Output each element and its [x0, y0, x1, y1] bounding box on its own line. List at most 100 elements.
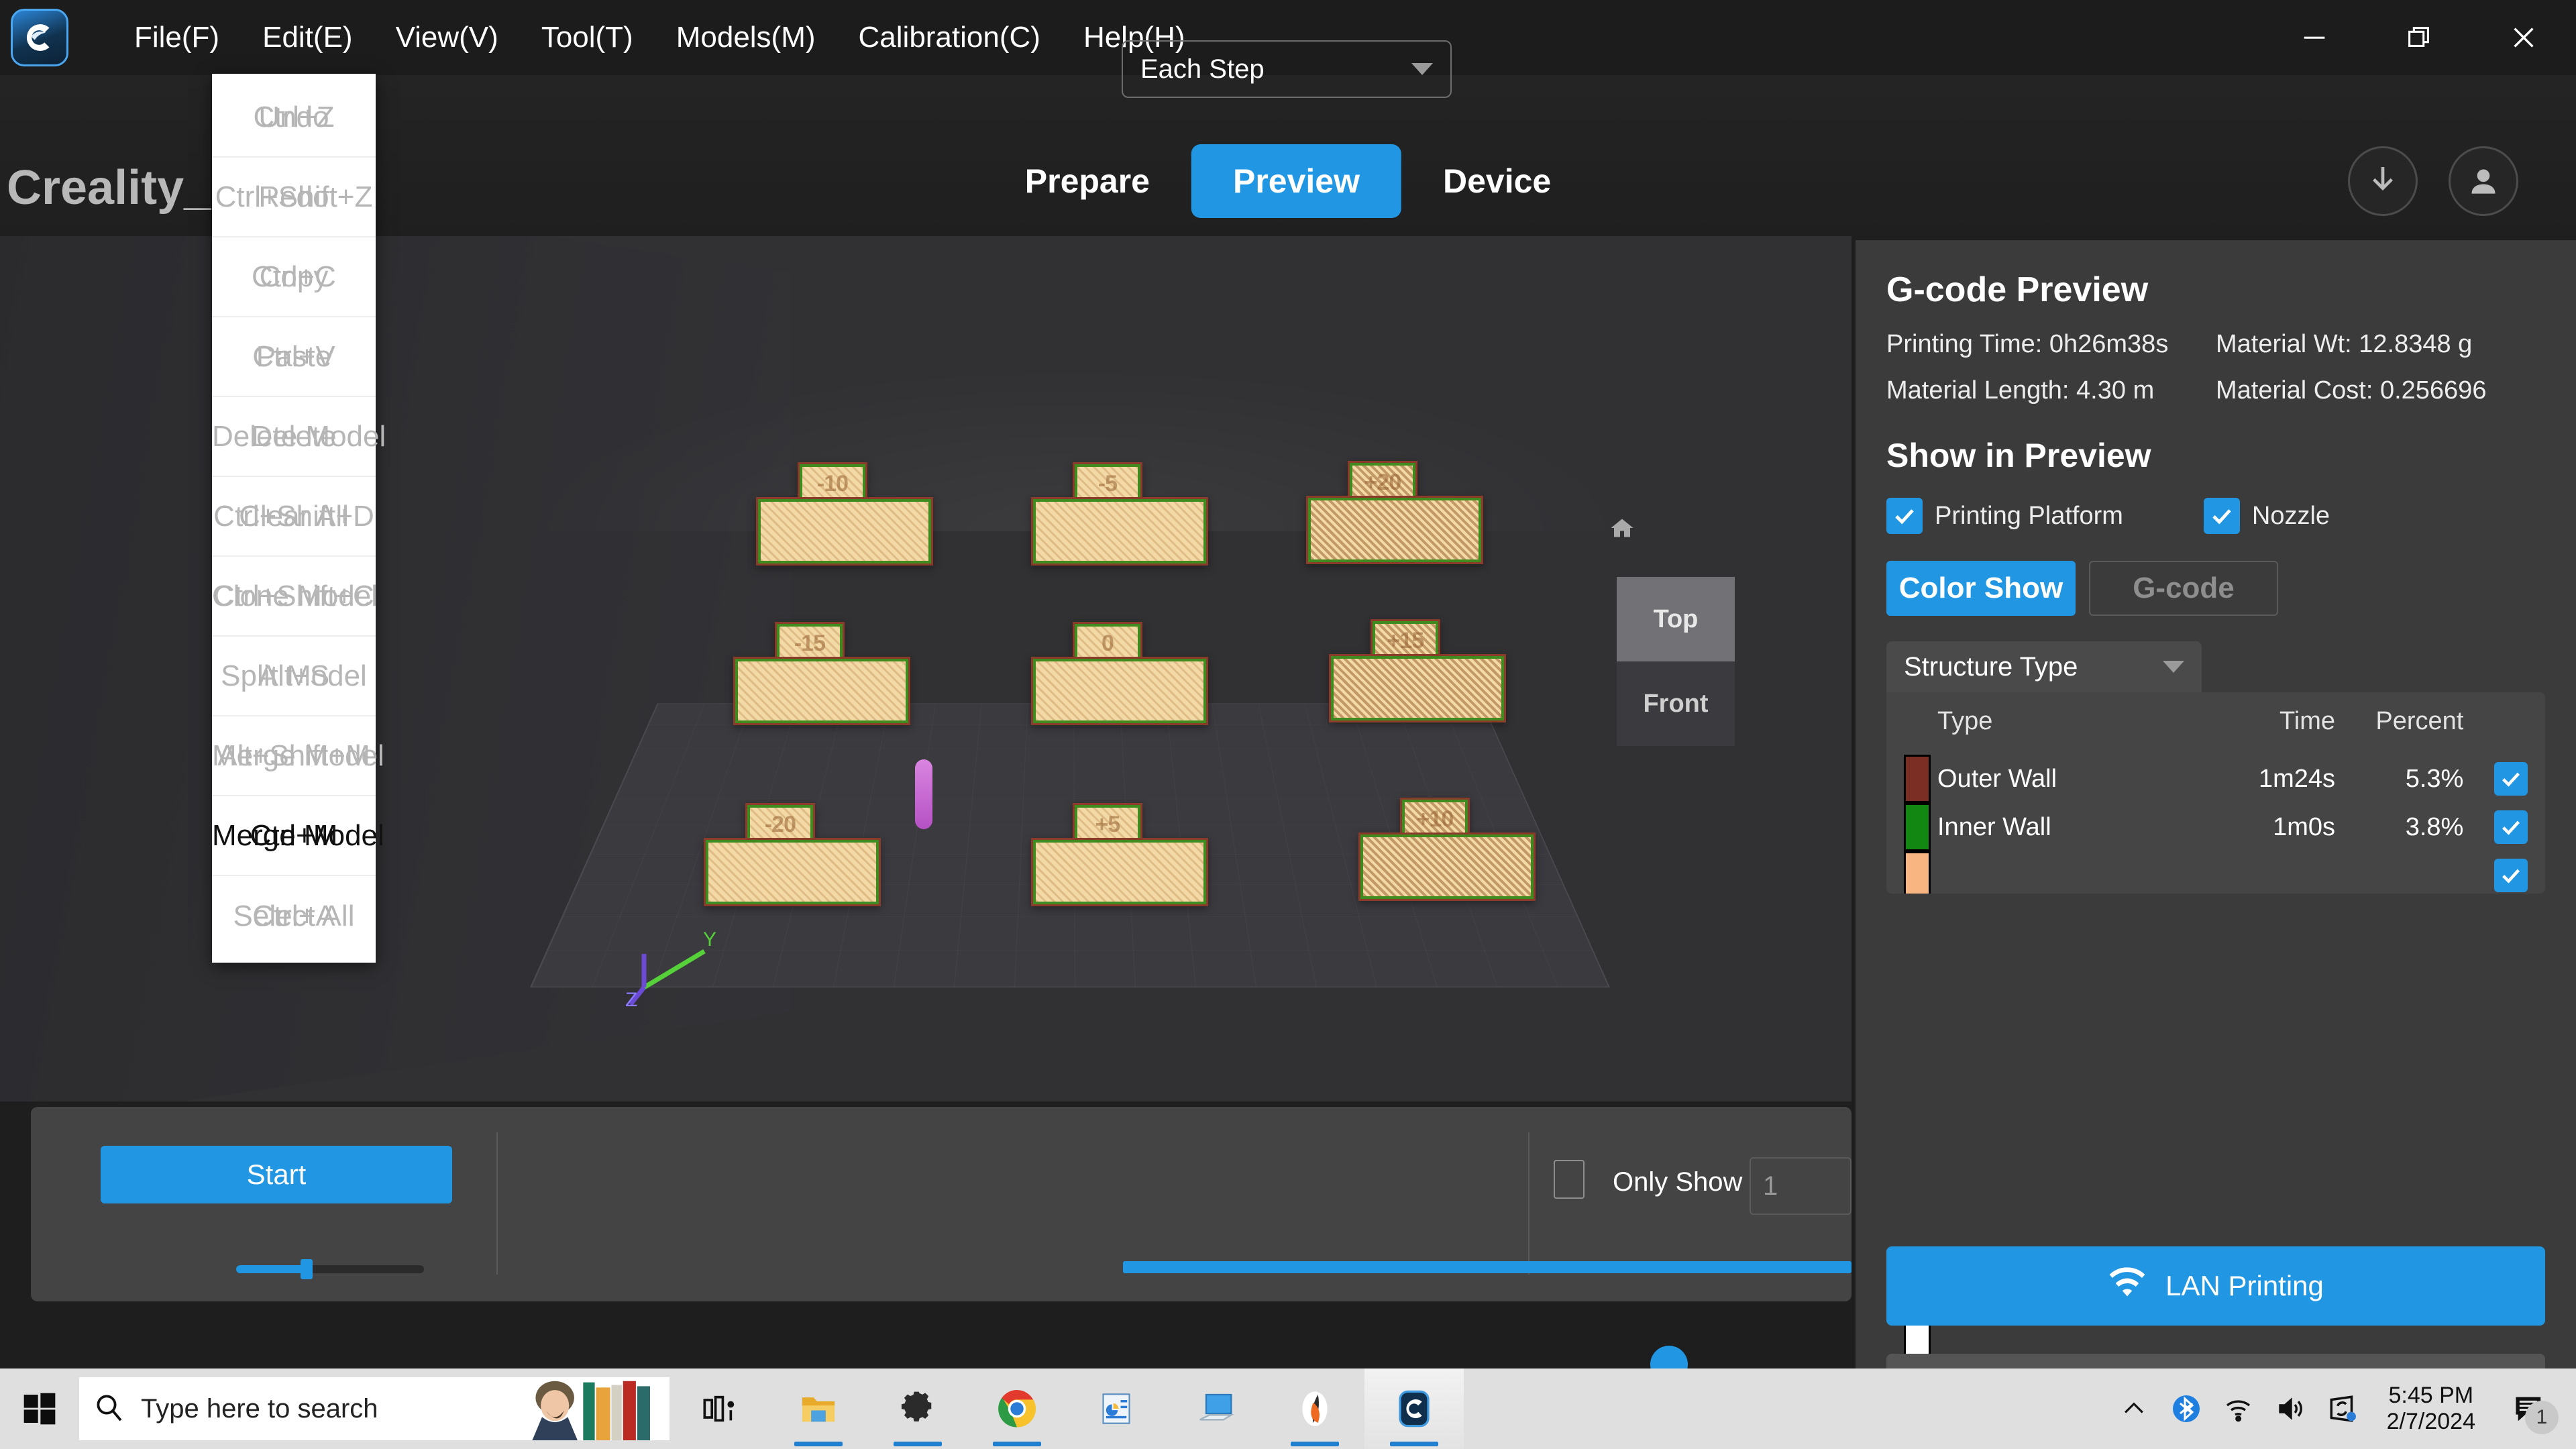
- menu-item-clear-all[interactable]: Clear All Ctrl+Shift+D: [212, 477, 376, 557]
- menu-item-copy[interactable]: Copy Ctrl+C: [212, 237, 376, 317]
- maximize-icon[interactable]: [2367, 0, 2471, 75]
- menu-file[interactable]: File(F): [113, 0, 241, 75]
- checkbox-nozzle[interactable]: [2203, 498, 2240, 534]
- checkbox-printing-platform[interactable]: [1886, 498, 1923, 534]
- home-icon[interactable]: [1610, 517, 1634, 543]
- menu-item-shortcut: Ctrl+Z: [253, 100, 335, 133]
- menu-calibration-label: Calibration(C): [858, 21, 1040, 54]
- print-speed-slider[interactable]: [236, 1259, 424, 1279]
- table-row[interactable]: Inner Wall 1m0s 3.8%: [1904, 803, 2528, 851]
- model-item[interactable]: +5: [1031, 803, 1208, 906]
- chevron-up-icon[interactable]: [2108, 1368, 2160, 1449]
- download-arrow-icon[interactable]: [2348, 146, 2418, 216]
- model-label: 0: [1101, 630, 1114, 656]
- menu-view-label: View(V): [395, 21, 498, 54]
- menu-item-split-model[interactable]: Split Model Alt+S: [212, 637, 376, 716]
- user-account-icon[interactable]: [2449, 146, 2518, 216]
- menu-item-shortcut: Ctrl+Shift+C: [213, 579, 374, 612]
- start-button[interactable]: Start: [101, 1146, 452, 1203]
- table-row[interactable]: [1904, 851, 2528, 894]
- page-title: Creality_: [7, 161, 211, 215]
- menu-item-delete-model[interactable]: Delete Model Delete: [212, 397, 386, 477]
- creality-print-icon[interactable]: [1364, 1368, 1464, 1449]
- creality-logo-icon: [11, 9, 68, 66]
- search-placeholder-text: Type here to search: [141, 1393, 378, 1424]
- tab-prepare[interactable]: Prepare: [983, 144, 1191, 218]
- menu-tool[interactable]: Tool(T): [520, 0, 655, 75]
- model-item[interactable]: +20: [1306, 461, 1483, 564]
- tab-device[interactable]: Device: [1401, 144, 1593, 218]
- wifi-icon[interactable]: [2212, 1368, 2265, 1449]
- model-item[interactable]: -15: [733, 622, 910, 725]
- preview-way-select[interactable]: Each Step: [1122, 40, 1452, 98]
- orange-slicer-icon[interactable]: [1265, 1368, 1364, 1449]
- menu-item-merge-model[interactable]: Merge Model Ctrl+M: [212, 796, 384, 876]
- model-item[interactable]: -5: [1031, 462, 1208, 566]
- remote-desktop-icon[interactable]: [1166, 1368, 1265, 1449]
- search-input[interactable]: Type here to search: [79, 1377, 669, 1440]
- row-percent: 5.3%: [2405, 764, 2464, 793]
- close-icon[interactable]: [2471, 0, 2576, 75]
- print-speed-slider-knob[interactable]: [301, 1259, 313, 1279]
- stat-material-cost: Material Cost: 0.256696: [2216, 376, 2487, 405]
- control-panel-icon[interactable]: [1067, 1368, 1166, 1449]
- structure-type-tab[interactable]: Structure Type: [1886, 641, 2202, 692]
- menu-models[interactable]: Models(M): [655, 0, 837, 75]
- only-show-checkbox[interactable]: [1554, 1160, 1585, 1199]
- segment-color-show[interactable]: Color Show: [1886, 561, 2076, 616]
- volume-icon[interactable]: [2265, 1368, 2317, 1449]
- menu-item-undo[interactable]: Undo Ctrl+Z: [212, 78, 376, 158]
- row-checkbox[interactable]: [2494, 859, 2528, 892]
- menu-edit[interactable]: Edit(E): [241, 0, 374, 75]
- system-tray: 5:45 PM 2/7/2024 1: [2108, 1368, 2576, 1449]
- row-checkbox[interactable]: [2494, 810, 2528, 844]
- menu-item-redo[interactable]: Redo Ctrl+Shift+Z: [212, 158, 376, 237]
- model-label: -20: [764, 811, 796, 837]
- model-item[interactable]: +10: [1358, 798, 1536, 901]
- gcode-stats: Printing Time: 0h26m38s Material Wt: 12.…: [1886, 330, 2545, 405]
- lan-printing-button[interactable]: LAN Printing: [1886, 1246, 2545, 1326]
- minimize-icon[interactable]: [2262, 0, 2367, 75]
- checkbox-printing-platform-label: Printing Platform: [1935, 501, 2123, 530]
- table-row[interactable]: Outer Wall 1m24s 5.3%: [1904, 755, 2528, 803]
- menu-tool-label: Tool(T): [541, 21, 633, 54]
- file-explorer-icon[interactable]: [769, 1368, 868, 1449]
- settings-gear-icon[interactable]: [868, 1368, 967, 1449]
- row-checkbox[interactable]: [2494, 762, 2528, 796]
- task-view-icon[interactable]: [669, 1368, 769, 1449]
- model-item[interactable]: -10: [756, 462, 933, 566]
- menu-calibration[interactable]: Calibration(C): [837, 0, 1062, 75]
- structure-type-table: Type Time Percent Outer Wall 1m24s 5.3%: [1886, 692, 2545, 894]
- model-item[interactable]: +15: [1329, 619, 1506, 722]
- menu-item-merge-model-alt[interactable]: Merge Model Alt+Shift+M: [212, 716, 384, 796]
- lan-printing-label: LAN Printing: [2165, 1270, 2324, 1301]
- bluetooth-icon[interactable]: [2160, 1368, 2212, 1449]
- sync-display-icon[interactable]: [2317, 1368, 2369, 1449]
- model-item[interactable]: -20: [704, 803, 881, 906]
- model-label: -5: [1097, 470, 1118, 496]
- menu-item-shortcut: Ctrl+M: [250, 818, 338, 852]
- windows-start-icon[interactable]: [0, 1368, 79, 1449]
- viewcube-front-face[interactable]: Front: [1617, 661, 1735, 746]
- menu-item-paste[interactable]: Paste Ctrl+V: [212, 317, 376, 397]
- steps-number-slider[interactable]: [1123, 1261, 1851, 1273]
- running-indicator: [1390, 1442, 1438, 1446]
- only-show-input[interactable]: 1: [1750, 1157, 1851, 1215]
- structure-type-label: Structure Type: [1904, 651, 2078, 682]
- notification-count: 1: [2525, 1401, 2559, 1434]
- google-chrome-icon[interactable]: [967, 1368, 1067, 1449]
- menu-view[interactable]: View(V): [374, 0, 520, 75]
- model-item[interactable]: 0: [1031, 622, 1208, 725]
- only-show-label: Only Show: [1613, 1167, 1743, 1197]
- sub-header: Creality_ Prepare Preview Device: [0, 75, 2576, 236]
- notification-icon[interactable]: 1: [2493, 1368, 2567, 1449]
- chevron-down-icon: [2163, 661, 2184, 673]
- taskbar-clock[interactable]: 5:45 PM 2/7/2024: [2369, 1383, 2493, 1435]
- viewcube-top-face[interactable]: Top: [1617, 577, 1735, 661]
- checkbox-nozzle-label: Nozzle: [2251, 501, 2330, 530]
- segment-gcode[interactable]: G-code: [2089, 561, 2278, 616]
- menu-item-select-all[interactable]: Select All Ctrl+A: [212, 876, 376, 956]
- tab-preview[interactable]: Preview: [1191, 144, 1402, 218]
- model-label: +15: [1387, 627, 1425, 653]
- menu-item-clone-model[interactable]: Clone Model Ctrl+Shift+C: [212, 557, 378, 637]
